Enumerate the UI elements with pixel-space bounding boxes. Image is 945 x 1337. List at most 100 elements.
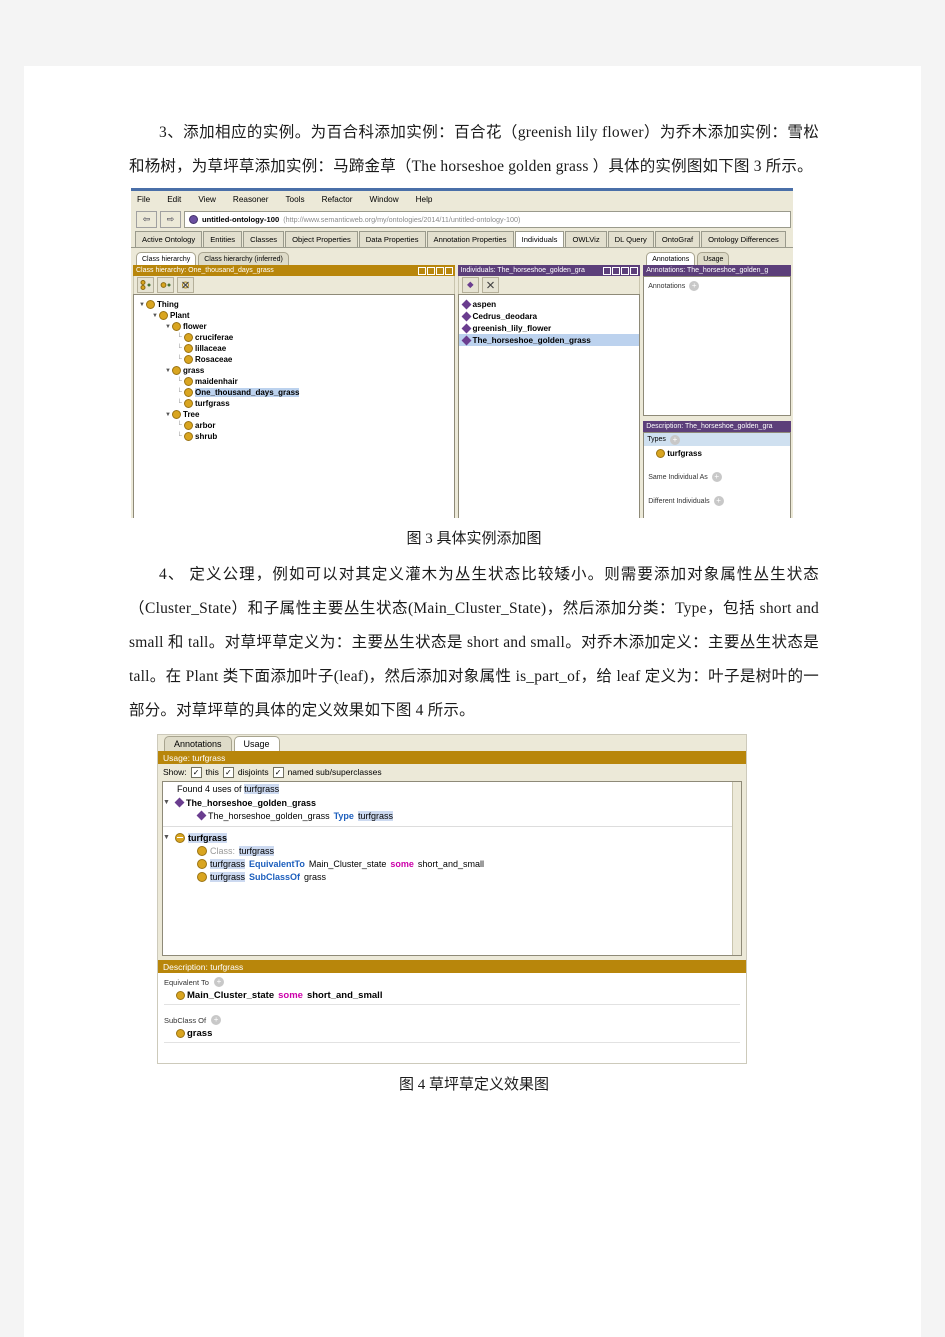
tab-classes[interactable]: Classes bbox=[243, 231, 285, 247]
individuals-toolbar[interactable] bbox=[457, 276, 641, 294]
class-hierarchy-tabs[interactable]: Class hierarchy Class hierarchy (inferre… bbox=[133, 251, 455, 265]
class-tree-row[interactable]: └ turfgrass bbox=[138, 398, 454, 409]
class-tree-row[interactable]: ▼ Plant bbox=[138, 310, 454, 321]
class-tree-label: Rosaceae bbox=[195, 355, 233, 364]
tab-ontology-differences[interactable]: Ontology Differences bbox=[701, 231, 786, 247]
class-tree-row[interactable]: └ shrub bbox=[138, 431, 454, 442]
description-title-bar: Description: The_horseshoe_golden_gra bbox=[643, 421, 791, 432]
add-sibling-class-icon[interactable] bbox=[157, 277, 174, 293]
individual-list-item[interactable]: The_horseshoe_golden_grass bbox=[458, 334, 640, 346]
tab-individuals[interactable]: Individuals bbox=[514, 231, 565, 247]
usage-group-root[interactable]: ▼ turfgrass bbox=[163, 831, 741, 844]
back-button[interactable]: ⇦ bbox=[136, 210, 157, 228]
class-circle-icon bbox=[184, 344, 193, 353]
menu-file[interactable]: File bbox=[137, 195, 150, 204]
menu-view[interactable]: View bbox=[198, 195, 216, 204]
class-tree-row[interactable]: └ lillaceae bbox=[138, 343, 454, 354]
class-tree-row[interactable]: └ arbor bbox=[138, 420, 454, 431]
types-label: Types bbox=[647, 436, 666, 443]
class-hierarchy-tree[interactable]: ▼ Thing ▼ Plant ▼ flower └ cruciferae └ lillaceae… bbox=[133, 294, 455, 518]
usage-group-root[interactable]: ▼ The_horseshoe_golden_grass bbox=[163, 796, 741, 809]
expander-open-icon[interactable]: ▼ bbox=[163, 834, 175, 841]
class-tree-row[interactable]: ▼ grass bbox=[138, 365, 454, 376]
individuals-list[interactable]: aspen Cedrus_deodara greenish_lily_flower T… bbox=[457, 294, 641, 518]
class-tree-row[interactable]: ▼ flower bbox=[138, 321, 454, 332]
delete-class-icon[interactable] bbox=[177, 277, 194, 293]
tree-leaf-connector-icon: └ bbox=[177, 389, 182, 396]
annotations-area[interactable]: Annotations + bbox=[643, 276, 791, 416]
menu-reasoner[interactable]: Reasoner bbox=[233, 195, 269, 204]
add-different-individuals-icon[interactable]: + bbox=[713, 496, 724, 506]
expander-open-icon[interactable]: ▼ bbox=[151, 313, 159, 319]
menu-tools[interactable]: Tools bbox=[285, 195, 304, 204]
add-subclass-of-icon[interactable]: + bbox=[211, 1015, 222, 1025]
add-subclass-icon[interactable] bbox=[137, 277, 154, 293]
expander-open-icon[interactable]: ▼ bbox=[164, 324, 172, 330]
checkbox-disjoints[interactable]: ✓ bbox=[222, 766, 234, 778]
individual-list-item[interactable]: aspen bbox=[459, 298, 640, 310]
tab-entities[interactable]: Entities bbox=[203, 231, 243, 247]
tab-ontograf[interactable]: OntoGraf bbox=[654, 231, 701, 247]
annotations-tabs[interactable]: Annotations Usage bbox=[643, 251, 791, 265]
add-annotation-icon[interactable]: + bbox=[689, 281, 700, 291]
class-hierarchy-toolbar[interactable] bbox=[133, 276, 455, 294]
ptab-usage[interactable]: Usage bbox=[697, 252, 730, 265]
menu-window[interactable]: Window bbox=[370, 195, 399, 204]
expander-open-icon[interactable]: ▼ bbox=[164, 412, 172, 418]
class-tree-row[interactable]: └ cruciferae bbox=[138, 332, 454, 343]
individual-list-item[interactable]: Cedrus_deodara bbox=[459, 310, 640, 322]
usage-child-row[interactable]: Class: turfgrass bbox=[163, 844, 741, 857]
ptab-class-hierarchy-inferred[interactable]: Class hierarchy (inferred) bbox=[198, 252, 289, 265]
tab-annotation-properties[interactable]: Annotation Properties bbox=[426, 231, 514, 247]
usage-tab-bar[interactable]: Annotations Usage bbox=[158, 735, 746, 751]
checkbox-named-sub-superclasses[interactable]: ✓ bbox=[272, 766, 284, 778]
menu-refactor[interactable]: Refactor bbox=[322, 195, 353, 204]
f4-tab-annotations[interactable]: Annotations bbox=[164, 736, 232, 751]
tab-owlviz[interactable]: OWLViz bbox=[565, 231, 607, 247]
individual-list-item[interactable]: greenish_lily_flower bbox=[459, 322, 640, 334]
checkbox-this[interactable]: ✓ bbox=[190, 766, 202, 778]
delete-individual-icon[interactable] bbox=[481, 277, 499, 293]
expander-open-icon[interactable]: ▼ bbox=[163, 799, 175, 806]
tab-data-properties[interactable]: Data Properties bbox=[358, 231, 426, 247]
class-tree-row[interactable]: └ Rosaceae bbox=[138, 354, 454, 365]
subclass-of-value-row[interactable]: grass bbox=[164, 1025, 740, 1043]
usage-child-row[interactable]: turfgrass SubClassOf grass bbox=[163, 870, 741, 883]
equivalent-to-section: Equivalent To + bbox=[164, 977, 746, 987]
types-value-row[interactable]: turfgrass bbox=[644, 446, 790, 458]
individuals-window-buttons[interactable] bbox=[603, 266, 639, 275]
class-circle-icon bbox=[197, 871, 207, 882]
class-circle-icon bbox=[184, 432, 193, 441]
panel-window-buttons[interactable] bbox=[417, 266, 453, 275]
tab-active-ontology[interactable]: Active Ontology bbox=[135, 231, 203, 247]
equivalent-to-value-row[interactable]: Main_Cluster_state some short_and_small bbox=[164, 987, 740, 1005]
individuals-panel: Individuals: The_horseshoe_golden_gra as… bbox=[457, 251, 641, 518]
add-equivalent-to-icon[interactable]: + bbox=[213, 977, 224, 987]
tab-dl-query[interactable]: DL Query bbox=[607, 231, 654, 247]
usage-group-label: The_horseshoe_golden_grass bbox=[186, 797, 317, 808]
expander-open-icon[interactable]: ▼ bbox=[138, 302, 146, 308]
usage-child-row[interactable]: turfgrass EquivalentTo Main_Cluster_state s… bbox=[163, 857, 741, 870]
menu-edit[interactable]: Edit bbox=[167, 195, 181, 204]
tab-object-properties[interactable]: Object Properties bbox=[285, 231, 358, 247]
ptab-annotations[interactable]: Annotations bbox=[646, 252, 696, 265]
class-tree-row[interactable]: ▼ Tree bbox=[138, 409, 454, 420]
add-same-individual-icon[interactable]: + bbox=[711, 472, 722, 482]
menu-help[interactable]: Help bbox=[416, 195, 433, 204]
ptab-class-hierarchy[interactable]: Class hierarchy bbox=[136, 252, 197, 265]
main-tab-bar[interactable]: Active Ontology Entities Classes Object … bbox=[131, 231, 793, 248]
expander-open-icon[interactable]: ▼ bbox=[164, 368, 172, 374]
usage-child-row[interactable]: The_horseshoe_golden_grass Type turfgrass bbox=[163, 809, 741, 822]
add-type-icon[interactable]: + bbox=[669, 434, 680, 445]
class-tree-row[interactable]: └ maidenhair bbox=[138, 376, 454, 387]
ontology-iri-field[interactable]: untitled-ontology-100 (http://www.semant… bbox=[184, 210, 791, 228]
usage-results-list[interactable]: Found 4 uses of turfgrass ▼ The_horseshoe… bbox=[162, 781, 742, 956]
f4-tab-usage[interactable]: Usage bbox=[233, 736, 280, 751]
paragraph-3: 3、添加相应的实例。为百合科添加实例：百合花（greenish lily flo… bbox=[129, 116, 819, 184]
menu-bar[interactable]: File Edit View Reasoner Tools Refactor W… bbox=[131, 191, 793, 208]
usage-scrollbar[interactable] bbox=[732, 782, 741, 955]
add-individual-icon[interactable] bbox=[461, 277, 479, 293]
class-tree-row[interactable]: ▼ Thing bbox=[138, 299, 454, 310]
class-tree-row[interactable]: └ One_thousand_days_grass bbox=[138, 387, 454, 398]
forward-button[interactable]: ⇨ bbox=[160, 210, 181, 228]
